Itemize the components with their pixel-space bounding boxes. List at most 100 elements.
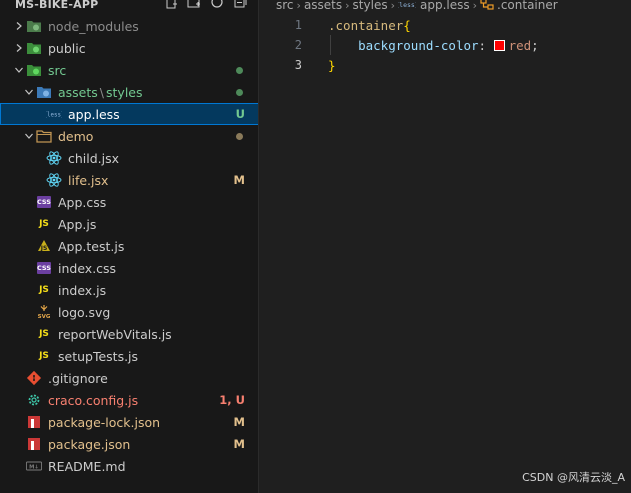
breadcrumb-item[interactable]: {less}app.less xyxy=(395,0,470,13)
tree-item-label: reportWebVitals.js xyxy=(58,326,172,342)
tree-item-demo[interactable]: demo xyxy=(0,125,258,147)
code-token: .container xyxy=(328,17,404,33)
folder-public-icon xyxy=(26,40,42,56)
line-number: 3 xyxy=(294,58,302,72)
code-line[interactable]: 1 .container{ xyxy=(260,15,631,35)
tree-item-node_modules[interactable]: node_modules xyxy=(0,15,258,37)
tree-item-label: assets xyxy=(58,84,98,100)
tree-item-setup-tests[interactable]: JS setupTests.js xyxy=(0,345,258,367)
color-swatch-icon[interactable] xyxy=(493,39,505,51)
tree-item-package-json[interactable]: package.json M xyxy=(0,433,258,455)
folder-node-icon xyxy=(26,18,42,34)
tree-item-label: craco.config.js xyxy=(48,392,139,408)
code-text: background-color: red; xyxy=(328,38,539,53)
tree-item-label: App.test.js xyxy=(58,238,125,254)
code-text: .container{ xyxy=(328,18,411,33)
watermark: CSDN @风清云淡_A xyxy=(522,471,625,484)
new-folder-icon[interactable] xyxy=(186,0,201,9)
tree-item-readme[interactable]: M↓ README.md xyxy=(0,455,258,477)
git-icon xyxy=(26,370,42,386)
tree-item-label: index.css xyxy=(58,260,117,276)
tree-item-gitignore[interactable]: .gitignore xyxy=(0,367,258,389)
tree-item-label: life.jsx xyxy=(68,172,109,188)
code-token: red xyxy=(508,37,532,53)
code-token: background-color xyxy=(358,37,479,53)
chevron-down-icon[interactable] xyxy=(22,125,36,147)
tree-item-label: .gitignore xyxy=(48,370,108,386)
breadcrumb-label: assets xyxy=(303,0,343,12)
git-status-dot xyxy=(236,133,243,140)
tree-item-src[interactable]: src xyxy=(0,59,258,81)
tree-item-label: app.less xyxy=(68,106,120,122)
chevron-right-icon[interactable] xyxy=(12,37,26,59)
compact-folder-separator: \ xyxy=(99,84,105,100)
breadcrumb-item[interactable]: .container xyxy=(480,0,558,13)
code-line[interactable]: 2 background-color: red; xyxy=(260,35,631,55)
code-token: } xyxy=(328,57,336,73)
tree-item-report-web-vitals[interactable]: JS reportWebVitals.js xyxy=(0,323,258,345)
tree-item-logo-svg[interactable]: SVG logo.svg xyxy=(0,301,258,323)
breadcrumb-label: app.less xyxy=(419,0,470,12)
code-token: ; xyxy=(531,37,539,53)
editor-pane: src›assets›styles›{less}app.less›.contai… xyxy=(260,0,631,493)
project-title[interactable]: MS-BIKE-APP xyxy=(15,0,98,11)
chevron-down-icon[interactable] xyxy=(12,59,26,81)
breadcrumb: src›assets›styles›{less}app.less›.contai… xyxy=(276,0,558,13)
code-line[interactable]: 3} xyxy=(260,55,631,75)
tree-item-app-js[interactable]: JS App.js xyxy=(0,213,258,235)
breadcrumb-item[interactable]: src xyxy=(276,0,294,12)
tree-item-label: public xyxy=(48,40,86,56)
tree-item-app-less[interactable]: {less} app.less U xyxy=(0,103,258,125)
chevron-down-icon[interactable] xyxy=(22,81,36,103)
tree-item-label: package.json xyxy=(48,436,131,452)
breadcrumb-label: styles xyxy=(352,0,388,12)
tree-item-index-js[interactable]: JS index.js xyxy=(0,279,258,301)
less-file-icon: {less} xyxy=(46,106,62,122)
symbol-class-icon xyxy=(480,0,494,13)
new-file-icon[interactable] xyxy=(163,0,178,9)
npm-icon xyxy=(26,414,42,430)
collapse-all-icon[interactable] xyxy=(232,0,247,9)
tree-item-assets[interactable]: assets \ styles xyxy=(0,81,258,103)
breadcrumb-item[interactable]: styles xyxy=(353,0,388,12)
git-status-dot xyxy=(236,67,243,74)
breadcrumb-separator-icon: › xyxy=(345,0,350,12)
code-token: : xyxy=(478,37,494,53)
tree-item-label: package-lock.json xyxy=(48,414,161,430)
code-token: { xyxy=(403,17,411,33)
git-status-badge: 1, U xyxy=(219,393,245,407)
tree-item-label-extra[interactable]: styles xyxy=(106,85,143,100)
tree-item-label: child.jsx xyxy=(68,150,120,166)
tree-item-life-jsx[interactable]: life.jsx M xyxy=(0,169,258,191)
tree-item-index-css[interactable]: CSS index.css xyxy=(0,257,258,279)
tree-item-craco-config[interactable]: craco.config.js 1, U xyxy=(0,389,258,411)
chevron-right-icon[interactable] xyxy=(12,15,26,37)
refresh-icon[interactable] xyxy=(209,0,224,9)
markdown-icon: M↓ xyxy=(26,458,42,474)
breadcrumb-separator-icon: › xyxy=(472,0,478,12)
js-file-icon: JS xyxy=(39,285,49,295)
tree-item-public[interactable]: public xyxy=(0,37,258,59)
git-status-dot xyxy=(236,89,243,96)
tree-item-app-css[interactable]: CSS App.css xyxy=(0,191,258,213)
tree-item-app-test-js[interactable]: JS App.test.js xyxy=(0,235,258,257)
file-tree: node_modulespublicsrcassets\styles{less}… xyxy=(0,15,258,477)
svg-text:JS: JS xyxy=(40,245,48,252)
breadcrumb-item[interactable]: assets xyxy=(304,0,342,12)
css-file-icon: CSS xyxy=(37,262,51,274)
tree-item-child-jsx[interactable]: child.jsx xyxy=(0,147,258,169)
tree-item-package-lock[interactable]: package-lock.json M xyxy=(0,411,258,433)
tree-item-label: index.js xyxy=(58,282,107,298)
folder-src-icon xyxy=(26,62,42,78)
code-area[interactable]: 1 .container{2 background-color: red; 3} xyxy=(260,15,631,75)
